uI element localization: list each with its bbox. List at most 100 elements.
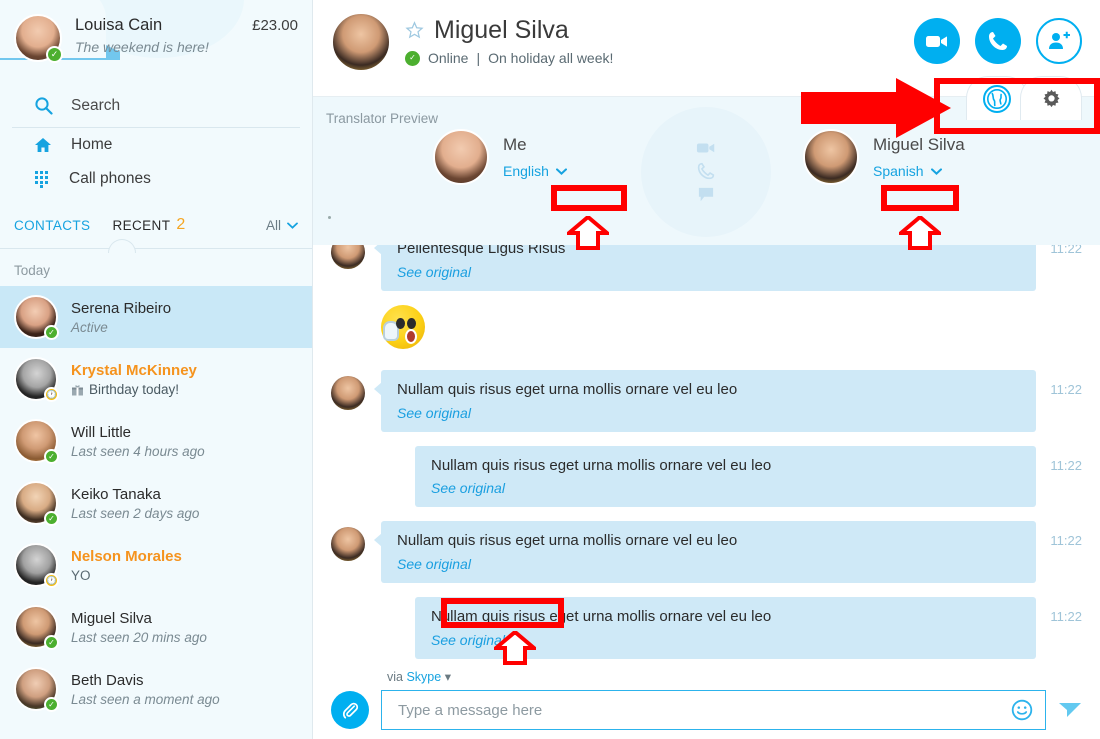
translator-preview-title: Translator Preview xyxy=(326,111,439,126)
contacts-filter-dropdown[interactable]: All xyxy=(266,218,298,233)
message-time: 11:22 xyxy=(1050,381,1082,397)
list-item-text: Keiko Tanaka Last seen 2 days ago xyxy=(71,486,199,521)
phone-icon xyxy=(697,162,715,180)
message-row-emoji xyxy=(381,304,1082,356)
sidebar-item-call-phones[interactable]: Call phones xyxy=(0,162,312,196)
video-camera-icon xyxy=(925,33,949,50)
presence-badge-online: ✓ xyxy=(44,697,59,712)
list-item[interactable]: ✓ Beth Davis Last seen a moment ago xyxy=(0,658,312,720)
contact-status: Active xyxy=(71,319,108,335)
contact-name: Beth Davis xyxy=(71,671,144,689)
see-original-link[interactable]: See original xyxy=(397,264,1020,280)
see-original-link[interactable]: See original xyxy=(397,556,1020,572)
message-input-placeholder: Type a message here xyxy=(398,701,543,719)
video-call-button[interactable] xyxy=(914,18,960,64)
other-language-label: Spanish xyxy=(873,163,924,179)
list-item-text: Nelson Morales YO xyxy=(71,548,182,583)
message-row: Nullam quis risus eget urna mollis ornar… xyxy=(331,521,1082,583)
presence-badge-away: 🕐 xyxy=(44,387,59,402)
send-button[interactable] xyxy=(1058,700,1082,720)
avatar-wrap: ✓ xyxy=(14,667,59,712)
contact-status: Birthday today! xyxy=(71,382,197,397)
my-avatar-wrap[interactable]: ✓ xyxy=(14,14,63,63)
recent-unread-badge: 2 xyxy=(176,216,186,233)
avatar-wrap: ✓ xyxy=(14,605,59,650)
translator-tab[interactable] xyxy=(966,76,1028,120)
avatar xyxy=(331,527,365,562)
settings-tab[interactable] xyxy=(1020,76,1082,120)
conversation-title-block: Miguel Silva ✓ Online | On holiday all w… xyxy=(405,12,914,66)
chevron-down-icon xyxy=(287,222,298,229)
message-text: Nullam quis risus eget urna mollis ornar… xyxy=(397,380,738,398)
home-icon xyxy=(34,136,52,154)
paperclip-icon xyxy=(340,700,360,720)
list-item-text: Will Little Last seen 4 hours ago xyxy=(71,424,205,459)
my-profile-text: Louisa Cain The weekend is here! xyxy=(75,14,252,55)
message-input[interactable]: Type a message here xyxy=(381,690,1046,730)
chat-bubble-icon xyxy=(697,187,715,203)
add-people-button[interactable] xyxy=(1036,18,1082,64)
sidebar-tabs: CONTACTS RECENT 2 All xyxy=(0,208,312,242)
see-original-link[interactable]: See original xyxy=(431,480,1020,496)
search-input[interactable]: Search xyxy=(12,84,300,128)
me-language-label: English xyxy=(503,163,549,179)
avatar-wrap: ✓ xyxy=(14,481,59,526)
message-row: Nullam quis risus eget urna mollis ornar… xyxy=(331,369,1082,432)
contact-name: Serena Ribeiro xyxy=(71,299,172,317)
sidebar-item-label: Call phones xyxy=(69,170,151,187)
message-text: Nullam quis risus eget urna mollis ornar… xyxy=(431,456,772,474)
avatar xyxy=(331,375,365,410)
message-time: 11:22 xyxy=(1050,533,1082,549)
list-item-text: Miguel Silva Last seen 20 mins ago xyxy=(71,610,207,645)
via-prefix: via xyxy=(387,670,403,684)
contacts-list: ✓ Serena Ribeiro Active 🕐 Krystal McKinn… xyxy=(0,286,312,720)
list-item[interactable]: 🕐 Krystal McKinney Birthday today! xyxy=(0,348,312,410)
message-bubble: Pellentesque Ligus Risus See original xyxy=(374,245,1036,291)
message-time: 11:22 xyxy=(1050,609,1082,624)
list-item-text: Serena Ribeiro Active xyxy=(71,300,171,335)
dialpad-icon xyxy=(34,170,50,188)
attach-button[interactable] xyxy=(331,691,369,729)
other-language-dropdown[interactable]: Spanish xyxy=(873,163,965,179)
skype-credit[interactable]: £23.00 xyxy=(252,14,298,34)
chevron-down-icon xyxy=(930,167,942,175)
me-language-dropdown[interactable]: English xyxy=(503,163,567,179)
list-item[interactable]: ✓ Serena Ribeiro Active xyxy=(0,286,312,348)
message-bubble: Nullam quis risus eget urna mollis ornar… xyxy=(415,445,1036,508)
see-original-link[interactable]: See original xyxy=(397,405,1020,421)
mood-text: On holiday all week! xyxy=(488,50,614,66)
call-watermark xyxy=(641,107,771,237)
gear-icon xyxy=(1042,89,1061,108)
contact-name: Krystal McKinney xyxy=(71,361,197,379)
translator-other-name: Miguel Silva xyxy=(873,135,965,154)
star-icon[interactable] xyxy=(405,21,424,40)
chevron-down-icon xyxy=(555,167,567,175)
list-item-text: Beth Davis Last seen a moment ago xyxy=(71,672,220,707)
conversation-avatar-wrap[interactable] xyxy=(331,12,391,72)
my-mood: The weekend is here! xyxy=(75,39,209,55)
list-item[interactable]: ✓ Will Little Last seen 4 hours ago xyxy=(0,410,312,472)
via-selector[interactable]: via Skype ▾ xyxy=(331,669,1082,684)
tab-contacts[interactable]: CONTACTS xyxy=(14,218,90,233)
sidebar-item-home[interactable]: Home xyxy=(0,128,312,162)
conversation-pane: Miguel Silva ✓ Online | On holiday all w… xyxy=(313,0,1100,739)
presence-badge-online: ✓ xyxy=(44,325,59,340)
voice-call-button[interactable] xyxy=(975,18,1021,64)
message-list[interactable]: Pellentesque Ligus Risus See original 11… xyxy=(313,245,1100,669)
contact-status-text: Birthday today! xyxy=(89,381,180,397)
list-item[interactable]: ✓ Keiko Tanaka Last seen 2 days ago xyxy=(0,472,312,534)
presence-badge-online: ✓ xyxy=(44,511,59,526)
contacts-group-label: Today xyxy=(14,263,51,278)
gift-icon xyxy=(71,383,84,396)
list-item[interactable]: 🕐 Nelson Morales YO xyxy=(0,534,312,596)
globe-icon xyxy=(982,84,1012,114)
search-icon xyxy=(34,96,53,115)
add-person-icon xyxy=(1047,31,1071,51)
status-text: Online xyxy=(428,50,469,66)
tab-recent[interactable]: RECENT xyxy=(112,218,170,233)
search-placeholder: Search xyxy=(71,96,121,114)
avatar-wrap: ✓ xyxy=(14,295,59,340)
list-item[interactable]: ✓ Miguel Silva Last seen 20 mins ago xyxy=(0,596,312,658)
smiley-icon[interactable] xyxy=(1011,699,1033,721)
my-profile-row[interactable]: ✓ Louisa Cain The weekend is here! £23.0… xyxy=(0,0,312,76)
